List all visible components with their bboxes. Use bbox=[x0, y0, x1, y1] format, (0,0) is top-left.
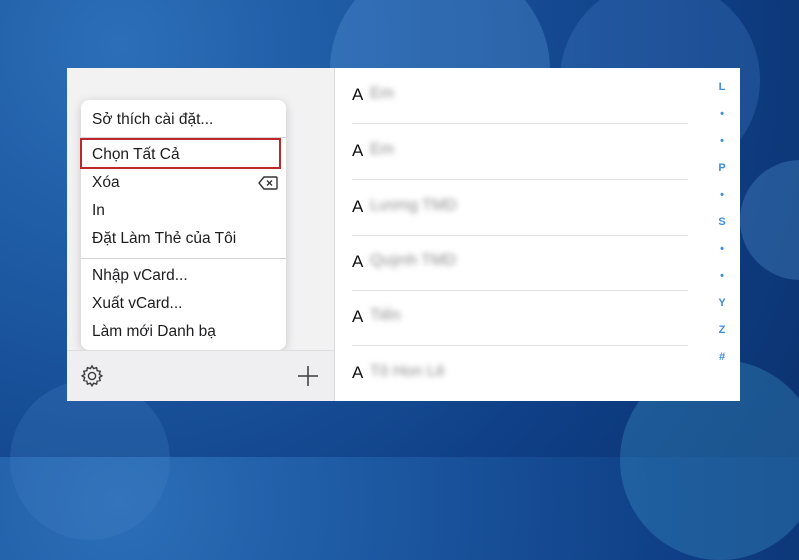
alphabet-index: L • • P • S • • Y Z # bbox=[707, 76, 737, 376]
contact-name: Quỳnh TMD bbox=[370, 252, 456, 269]
index-letter[interactable]: • bbox=[707, 270, 737, 282]
index-letter[interactable]: P bbox=[707, 162, 737, 174]
sidebar-toolbar bbox=[67, 350, 334, 401]
menu-separator bbox=[81, 258, 286, 259]
index-letter[interactable]: Z bbox=[707, 324, 737, 336]
contact-initial: A bbox=[352, 252, 364, 271]
contact-row[interactable]: A Tô Hon Lê bbox=[335, 346, 685, 401]
index-letter[interactable]: • bbox=[707, 189, 737, 201]
contact-initial: A bbox=[352, 141, 364, 160]
contact-initial: A bbox=[352, 363, 364, 382]
contact-row[interactable]: A Em bbox=[335, 68, 688, 124]
index-letter[interactable]: L bbox=[707, 81, 737, 93]
menu-item-refresh-contacts[interactable]: Làm mới Danh bạ bbox=[81, 318, 286, 346]
menu-item-preferences[interactable]: Sở thích cài đặt... bbox=[81, 106, 286, 134]
index-letter[interactable]: • bbox=[707, 108, 737, 120]
plus-icon[interactable] bbox=[297, 365, 319, 387]
menu-item-import-vcard[interactable]: Nhập vCard... bbox=[81, 262, 286, 290]
sidebar-pane: Sở thích cài đặt... Chọn Tất Cả Xóa In Đ… bbox=[67, 68, 335, 401]
contact-name: Lương TMD bbox=[370, 197, 457, 214]
contact-row[interactable]: A Quỳnh TMD bbox=[335, 235, 688, 291]
contact-name: Tiến bbox=[370, 307, 401, 324]
delete-backspace-icon bbox=[258, 176, 278, 190]
index-letter[interactable]: • bbox=[707, 243, 737, 255]
contact-row[interactable]: A Em bbox=[335, 124, 688, 180]
menu-item-select-all[interactable]: Chọn Tất Cả bbox=[81, 141, 286, 169]
menu-item-make-my-card[interactable]: Đặt Làm Thẻ của Tôi bbox=[81, 225, 286, 253]
contacts-window: Sở thích cài đặt... Chọn Tất Cả Xóa In Đ… bbox=[67, 68, 740, 401]
gear-icon[interactable] bbox=[79, 363, 105, 389]
contact-name: Em bbox=[370, 141, 394, 158]
contact-name: Em bbox=[370, 85, 394, 102]
contact-initial: A bbox=[352, 307, 364, 326]
contacts-list: A Em A Em A Lương TMD A Quỳnh TMD A Tiến… bbox=[335, 68, 740, 401]
contact-initial: A bbox=[352, 197, 364, 216]
settings-menu: Sở thích cài đặt... Chọn Tất Cả Xóa In Đ… bbox=[80, 100, 286, 359]
index-letter[interactable]: # bbox=[707, 351, 737, 363]
contact-initial: A bbox=[352, 85, 364, 104]
contact-row[interactable]: A Lương TMD bbox=[335, 180, 688, 236]
menu-item-delete[interactable]: Xóa bbox=[81, 169, 286, 197]
menu-item-print[interactable]: In bbox=[81, 197, 286, 225]
menu-item-delete-label: Xóa bbox=[92, 174, 120, 191]
index-letter[interactable]: Y bbox=[707, 297, 737, 309]
menu-separator bbox=[81, 137, 286, 138]
index-letter[interactable]: • bbox=[707, 135, 737, 147]
menu-item-export-vcard[interactable]: Xuất vCard... bbox=[81, 290, 286, 318]
contact-name: Tô Hon Lê bbox=[370, 363, 445, 380]
index-letter[interactable]: S bbox=[707, 216, 737, 228]
contact-row[interactable]: A Tiến bbox=[335, 290, 688, 346]
